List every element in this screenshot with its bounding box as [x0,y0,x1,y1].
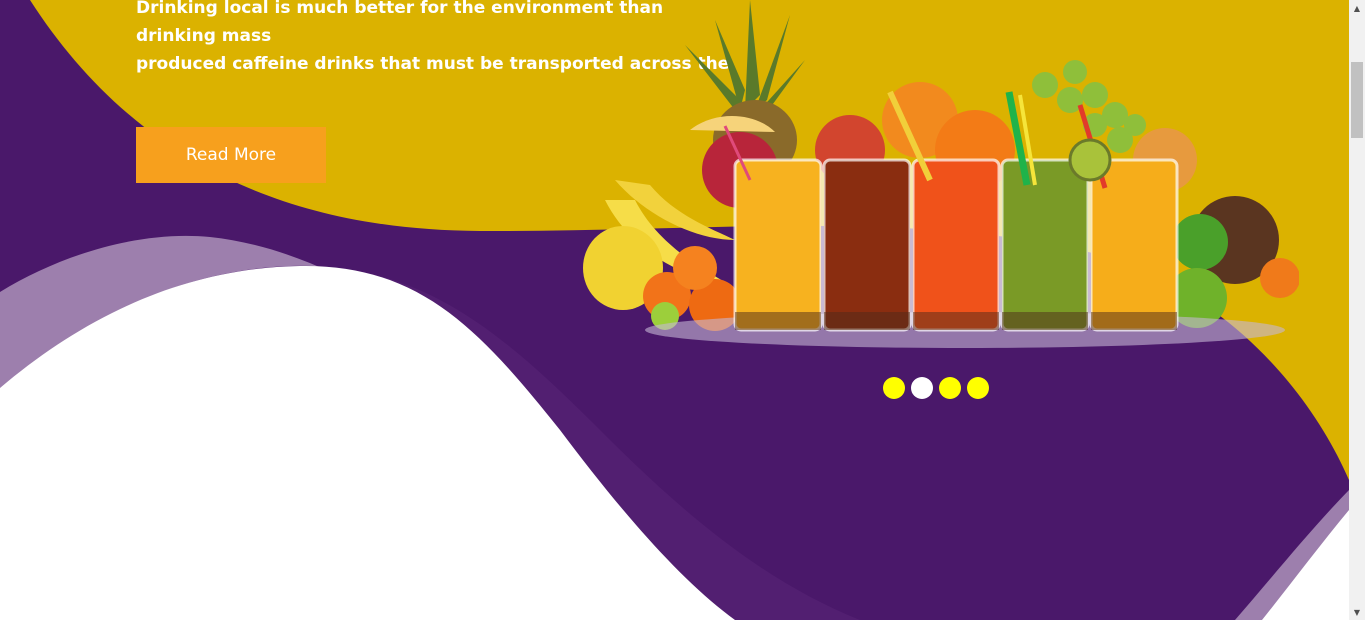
scroll-down-arrow-icon[interactable]: ▼ [1349,604,1365,620]
slider-dot-4[interactable] [967,377,989,399]
slider-dot-2[interactable] [911,377,933,399]
hero-section: Drinking local is much better for the en… [0,0,1349,620]
read-more-button[interactable]: Read More [136,127,326,183]
slider-dot-1[interactable] [883,377,905,399]
vertical-scrollbar[interactable]: ▲ ▼ [1349,0,1365,620]
slider-dot-3[interactable] [939,377,961,399]
slider-dots [883,377,989,399]
scroll-thumb[interactable] [1351,62,1363,138]
fruit-juice-image [583,0,1299,348]
scroll-up-arrow-icon[interactable]: ▲ [1349,0,1365,16]
